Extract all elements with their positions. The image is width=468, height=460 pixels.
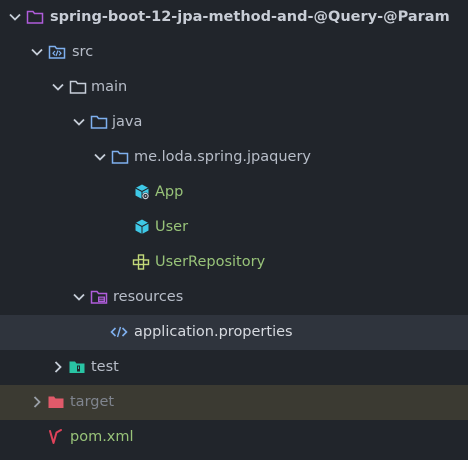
tree-item-src[interactable]: src — [0, 35, 468, 70]
tree-item-user-repository[interactable]: UserRepository — [0, 245, 468, 280]
folder-icon — [26, 10, 44, 24]
tree-item-label: test — [91, 359, 119, 375]
tree-item-package[interactable]: me.loda.spring.jpaquery — [0, 140, 468, 175]
java-class-icon — [135, 219, 149, 234]
source-folder-icon — [48, 45, 66, 59]
tree-item-resources[interactable]: resources — [0, 280, 468, 315]
tree-item-label: App — [155, 184, 184, 200]
tree-item-pom[interactable]: pom.xml — [0, 420, 468, 455]
target-folder-icon — [48, 396, 64, 408]
tree-item-label: User — [155, 219, 189, 235]
tree-item-label: java — [112, 114, 143, 130]
chevron-down-icon[interactable] — [51, 80, 65, 94]
chevron-down-icon[interactable] — [30, 45, 44, 59]
tree-item-java[interactable]: java — [0, 105, 468, 140]
tree-item-label: main — [91, 79, 128, 95]
folder-icon — [90, 115, 108, 129]
tree-item-label: application.properties — [134, 324, 293, 340]
resources-folder-icon — [90, 290, 108, 304]
tree-item-app[interactable]: App — [0, 175, 468, 210]
tree-item-target[interactable]: target — [0, 385, 468, 420]
tree-item-label: target — [70, 394, 115, 410]
tree-item-project-root[interactable]: spring-boot-12-jpa-method-and-@Query-@Pa… — [0, 0, 468, 35]
tree-item-label: UserRepository — [155, 254, 266, 270]
tree-item-label: me.loda.spring.jpaquery — [134, 149, 311, 165]
folder-icon — [69, 80, 87, 94]
chevron-down-icon[interactable] — [72, 290, 86, 304]
test-folder-icon — [69, 361, 85, 373]
maven-icon — [49, 429, 62, 444]
tree-item-application-properties[interactable]: application.properties — [0, 315, 468, 350]
tree-item-main[interactable]: main — [0, 70, 468, 105]
package-folder-icon — [111, 150, 129, 164]
chevron-down-icon[interactable] — [8, 10, 22, 24]
chevron-right-icon[interactable] — [51, 360, 65, 374]
chevron-right-icon[interactable] — [30, 395, 44, 409]
tree-item-label: resources — [113, 289, 184, 305]
chevron-down-icon[interactable] — [93, 150, 107, 164]
tree-item-test[interactable]: test — [0, 350, 468, 385]
java-class-main-icon — [135, 184, 150, 200]
file-explorer-tree: spring-boot-12-jpa-method-and-@Query-@Pa… — [0, 0, 468, 460]
tree-item-label: pom.xml — [70, 429, 134, 445]
chevron-down-icon[interactable] — [72, 115, 86, 129]
tree-item-label: spring-boot-12-jpa-method-and-@Query-@Pa… — [50, 9, 450, 25]
tree-item-user[interactable]: User — [0, 210, 468, 245]
code-file-icon — [110, 326, 128, 338]
java-interface-icon — [132, 254, 150, 270]
tree-item-label: src — [72, 44, 94, 60]
